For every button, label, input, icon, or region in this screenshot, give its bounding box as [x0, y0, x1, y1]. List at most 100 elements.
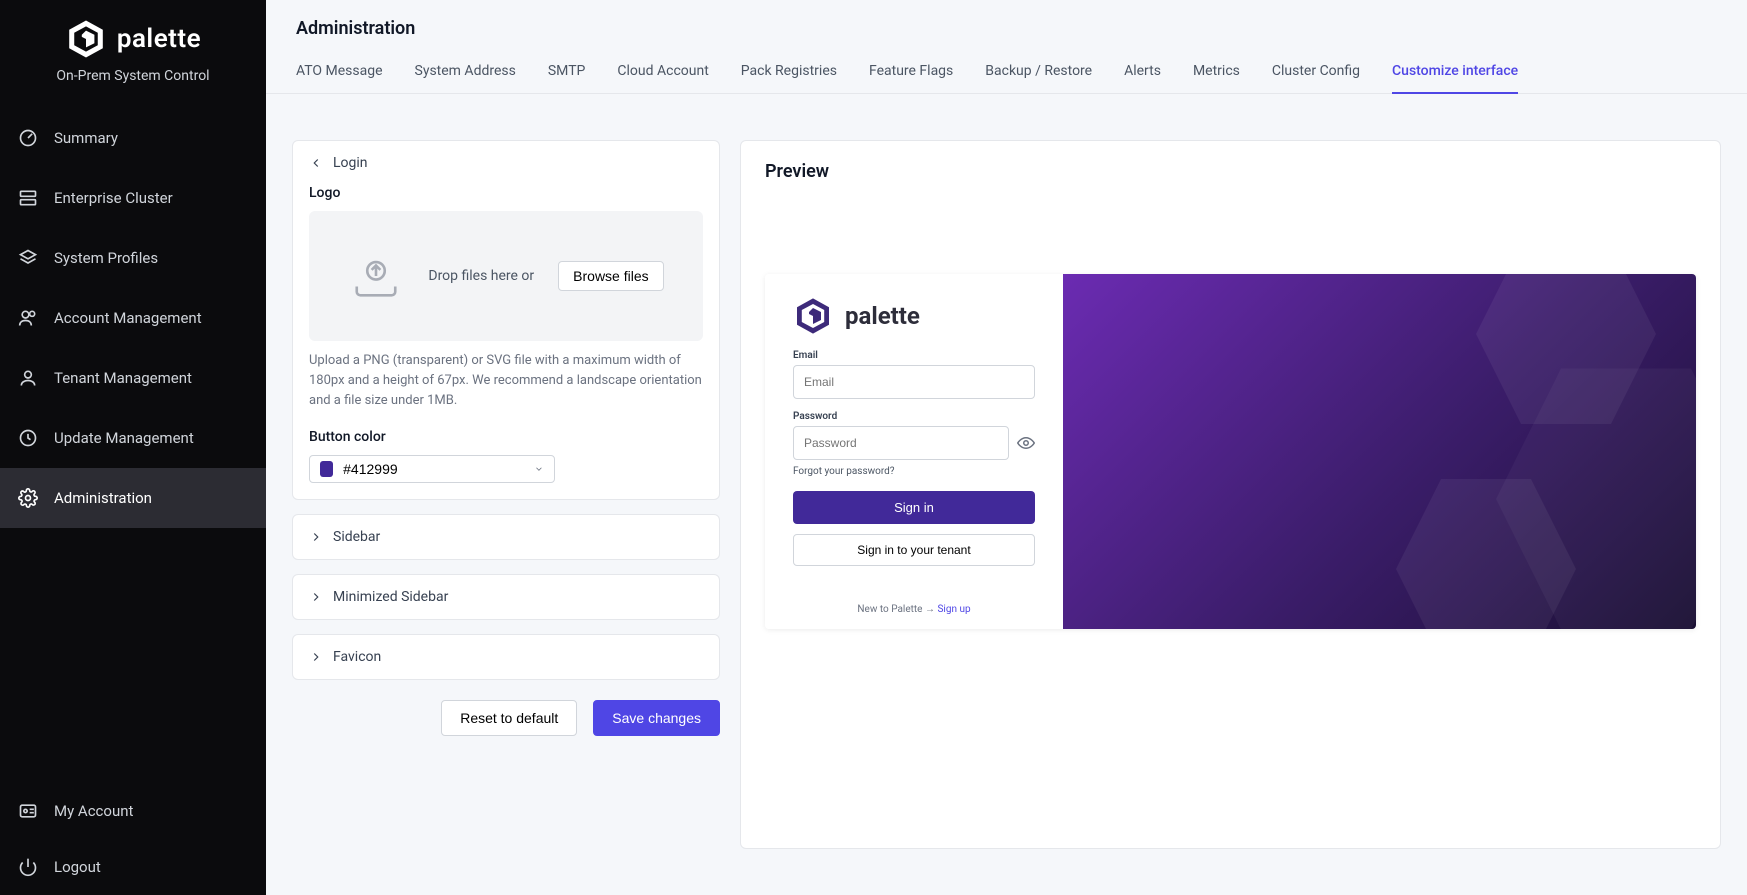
- brand-block: palette On-Prem System Control: [0, 0, 266, 94]
- sign-up-link[interactable]: Sign up: [937, 604, 970, 615]
- login-form-side: palette Email Password Forgot your passw…: [765, 274, 1063, 629]
- sidebar-item-system-profiles[interactable]: System Profiles: [0, 228, 266, 288]
- color-swatch: [320, 461, 333, 477]
- save-button[interactable]: Save changes: [593, 700, 720, 736]
- sidebar-item-label: Update Management: [54, 429, 194, 447]
- config-column: Login Logo Drop files here or Browse fil…: [292, 140, 720, 849]
- password-label: Password: [793, 411, 1035, 422]
- sign-up-line: New to Palette → Sign up: [793, 596, 1035, 615]
- sidebar-item-account-management[interactable]: Account Management: [0, 288, 266, 348]
- tab-label: Pack Registries: [741, 63, 837, 79]
- tab-cloud-account[interactable]: Cloud Account: [617, 51, 708, 93]
- sidebar-item-logout[interactable]: Logout: [0, 839, 266, 895]
- email-label: Email: [793, 350, 1035, 361]
- preview-panel: Preview palette Email Password: [740, 140, 1721, 849]
- sidebar-footer: My Account Logout: [0, 783, 266, 895]
- gear-icon: [18, 488, 38, 508]
- tab-label: System Address: [415, 63, 516, 79]
- panel-login-header[interactable]: Login: [293, 141, 719, 185]
- sidebar-item-my-account[interactable]: My Account: [0, 783, 266, 839]
- panel-title: Sidebar: [333, 529, 380, 545]
- reset-button[interactable]: Reset to default: [441, 700, 577, 736]
- button-color-select[interactable]: [309, 455, 555, 483]
- panel-title: Login: [333, 155, 368, 171]
- tab-system-address[interactable]: System Address: [415, 51, 516, 93]
- power-icon: [18, 857, 38, 877]
- tab-label: Feature Flags: [869, 63, 953, 79]
- sidebar-item-summary[interactable]: Summary: [0, 108, 266, 168]
- login-art-side: [1063, 274, 1696, 629]
- sidebar-item-update-management[interactable]: Update Management: [0, 408, 266, 468]
- tab-ato-message[interactable]: ATO Message: [296, 51, 383, 93]
- color-hex-input[interactable]: [343, 461, 524, 477]
- chevron-down-icon: [534, 463, 544, 475]
- sidebar-item-label: Account Management: [54, 309, 202, 327]
- tab-label: SMTP: [548, 63, 586, 79]
- tab-label: Alerts: [1124, 63, 1161, 79]
- chevron-right-icon: [309, 650, 323, 664]
- eye-icon[interactable]: [1017, 434, 1035, 452]
- panel-minimized-sidebar: Minimized Sidebar: [292, 574, 720, 620]
- main-content: Administration ATO Message System Addres…: [266, 0, 1747, 895]
- tenant-sign-in-button[interactable]: Sign in to your tenant: [793, 534, 1035, 566]
- upload-icon: [348, 248, 404, 304]
- sidebar-item-label: My Account: [54, 802, 133, 820]
- logo-label: Logo: [309, 185, 703, 201]
- tab-backup-restore[interactable]: Backup / Restore: [985, 51, 1092, 93]
- email-input[interactable]: [793, 365, 1035, 399]
- forgot-password-link[interactable]: Forgot your password?: [793, 466, 1035, 477]
- primary-nav: Summary Enterprise Cluster System Profil…: [0, 94, 266, 895]
- layers-icon: [18, 248, 38, 268]
- tab-cluster-config[interactable]: Cluster Config: [1272, 51, 1360, 93]
- tab-metrics[interactable]: Metrics: [1193, 51, 1240, 93]
- sidebar-item-label: Enterprise Cluster: [54, 189, 173, 207]
- new-to-text: New to Palette: [857, 604, 922, 615]
- brand-logo: palette: [65, 18, 201, 60]
- panel-minimized-sidebar-header[interactable]: Minimized Sidebar: [293, 575, 719, 619]
- sidebar-item-administration[interactable]: Administration: [0, 468, 266, 528]
- brand-subtitle: On-Prem System Control: [56, 68, 209, 84]
- tab-label: Cluster Config: [1272, 63, 1360, 79]
- tab-label: Metrics: [1193, 63, 1240, 79]
- tab-customize-interface[interactable]: Customize interface: [1392, 51, 1518, 93]
- tab-pack-registries[interactable]: Pack Registries: [741, 51, 837, 93]
- palette-logo-icon: [65, 18, 107, 60]
- login-preview: palette Email Password Forgot your passw…: [765, 274, 1696, 629]
- content-area: Login Logo Drop files here or Browse fil…: [266, 94, 1747, 895]
- panel-favicon-header[interactable]: Favicon: [293, 635, 719, 679]
- sidebar-item-enterprise-cluster[interactable]: Enterprise Cluster: [0, 168, 266, 228]
- chevron-right-icon: [309, 590, 323, 604]
- preview-title: Preview: [765, 161, 1696, 182]
- tab-smtp[interactable]: SMTP: [548, 51, 586, 93]
- logo-dropzone[interactable]: Drop files here or Browse files: [309, 211, 703, 341]
- action-buttons: Reset to default Save changes: [292, 700, 720, 736]
- tab-label: Backup / Restore: [985, 63, 1092, 79]
- panel-title: Favicon: [333, 649, 381, 665]
- arrow-icon: →: [925, 604, 937, 615]
- sidebar-item-label: Tenant Management: [54, 369, 192, 387]
- panel-sidebar-header[interactable]: Sidebar: [293, 515, 719, 559]
- gauge-icon: [18, 128, 38, 148]
- password-input[interactable]: [793, 426, 1009, 460]
- browse-files-button[interactable]: Browse files: [558, 261, 663, 291]
- sidebar-item-label: System Profiles: [54, 249, 158, 267]
- chevron-down-icon: [309, 156, 323, 170]
- sidebar-item-label: Logout: [54, 858, 101, 876]
- user-icon: [18, 368, 38, 388]
- sign-in-button[interactable]: Sign in: [793, 491, 1035, 524]
- tab-label: Cloud Account: [617, 63, 708, 79]
- button-color-label: Button color: [309, 429, 703, 445]
- tab-feature-flags[interactable]: Feature Flags: [869, 51, 953, 93]
- panel-title: Minimized Sidebar: [333, 589, 448, 605]
- password-row: [793, 426, 1035, 460]
- preview-brand-name: palette: [845, 302, 920, 330]
- panel-login-body: Logo Drop files here or Browse files Upl…: [293, 185, 719, 499]
- brand-name: palette: [117, 24, 201, 54]
- sidebar-item-tenant-management[interactable]: Tenant Management: [0, 348, 266, 408]
- tab-alerts[interactable]: Alerts: [1124, 51, 1161, 93]
- sidebar-item-label: Administration: [54, 489, 152, 507]
- tab-label: ATO Message: [296, 63, 383, 79]
- logo-help-text: Upload a PNG (transparent) or SVG file w…: [309, 351, 703, 411]
- drop-text: Drop files here or: [428, 268, 534, 284]
- tab-label: Customize interface: [1392, 63, 1518, 79]
